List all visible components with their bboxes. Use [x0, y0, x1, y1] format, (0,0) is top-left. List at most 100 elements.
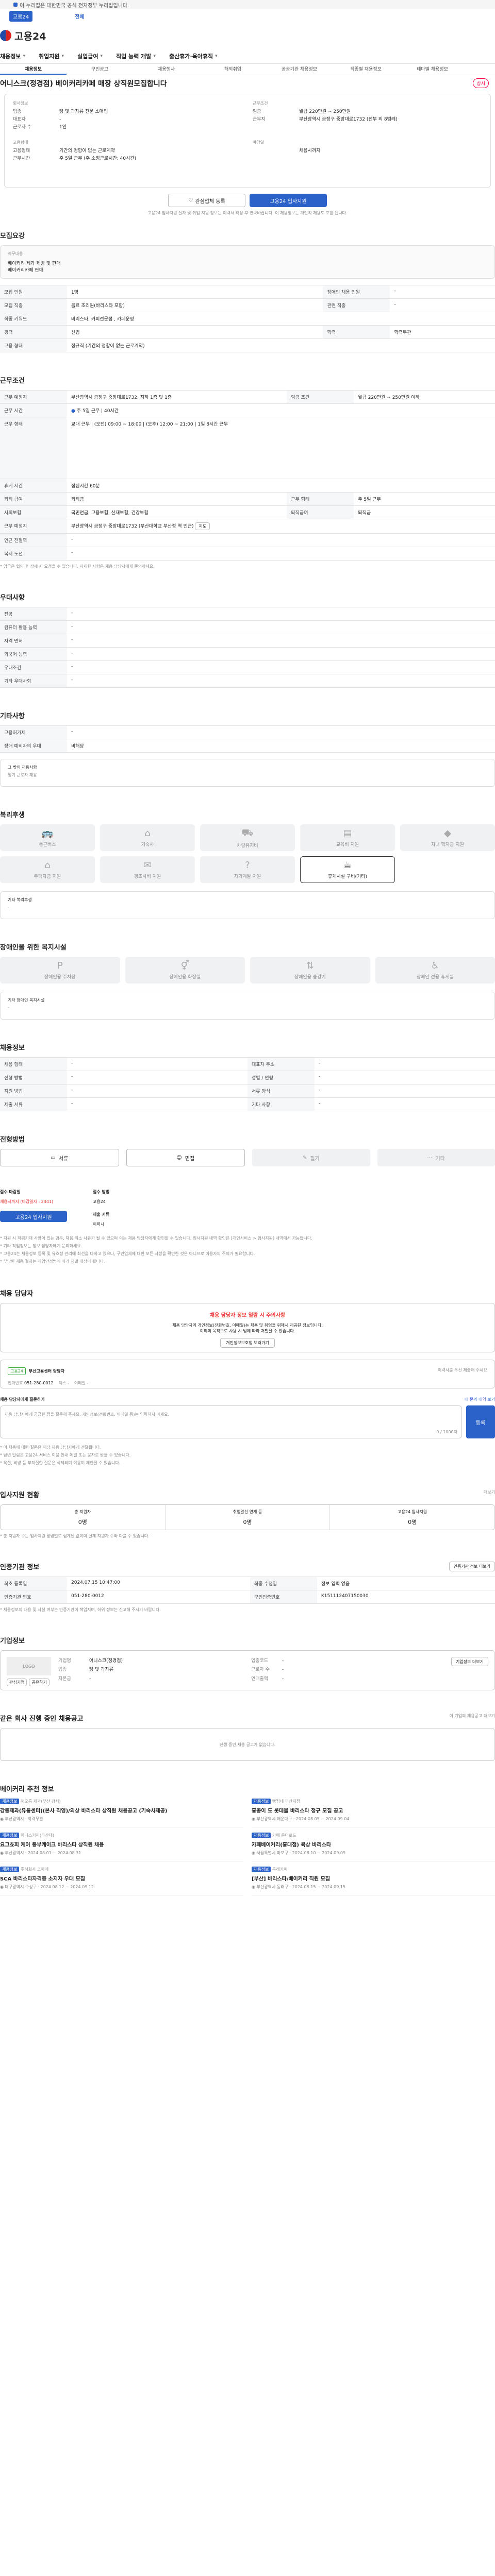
- question-submit-button[interactable]: 등록: [466, 1405, 495, 1438]
- apply-button-2[interactable]: 고용24 입사지원: [0, 1211, 67, 1222]
- welfare-item: ? 자기계발 지원: [200, 856, 295, 883]
- logo-icon: [0, 30, 11, 41]
- job-desc-box: 직무내용 베이커리 제과 제빵 및 판매 베이커리카페 판매: [0, 245, 495, 279]
- reg-title: 인증기관 정보: [0, 1564, 40, 1571]
- corp-card: LOGO 관심기업 공유하기 기업명 어니스크(정경점) 업종코드 - 업종 빵 및 과…: [0, 1650, 495, 1690]
- gnb-item[interactable]: 실업급여 ▾: [77, 52, 103, 60]
- tab-item[interactable]: 채용행사: [133, 64, 200, 75]
- deadline-label: 마감일: [253, 140, 265, 145]
- map-button[interactable]: 지도: [195, 522, 210, 530]
- restroom-icon: ⚥: [180, 960, 189, 971]
- reg-table: 최초 등록일 2024.07.15 10:47:00 최종 수정일 정보 입력 없음 …: [0, 1577, 495, 1604]
- similar-more-link[interactable]: 이 기업의 채용공고 더보기: [449, 1713, 495, 1728]
- table-row: 전형 방법 - 성별 / 연령 -: [0, 1071, 495, 1084]
- wheelchair-icon: ♿: [431, 960, 439, 971]
- gnb-item[interactable]: 출산휴가·육아휴직 ▾: [169, 52, 218, 60]
- disabled-section: 장애인을 위한 복지시설 P 장애인용 주차장 ⚥ 장애인용 화장실 ⇅ 장애인용 승…: [0, 942, 495, 1020]
- apply-method-value: 고용24: [93, 1199, 106, 1204]
- my-questions-link[interactable]: 내 문의 내역 보기: [465, 1397, 495, 1402]
- tab-item[interactable]: 구인공고: [67, 64, 133, 75]
- company-title: 채용정보: [0, 1044, 25, 1052]
- disabled-title: 장애인을 위한 복지시설: [0, 944, 67, 952]
- table-row: 고용허가제 -: [0, 725, 495, 739]
- welfare-item: ⌂ 주택자금 지원: [0, 856, 95, 883]
- chevron-down-icon: ▾: [100, 53, 103, 59]
- table-row: 지원 방법 - 서류 양식 -: [0, 1084, 495, 1098]
- logo-text[interactable]: 고용24: [14, 29, 46, 43]
- document-icon: ▭: [51, 1155, 56, 1161]
- welfare-item: ◆ 자녀 학자금 지원: [400, 824, 495, 851]
- table-row: 근무 형태 교대 근무 | (오전) 09:00 ~ 18:00 | (오후) 1…: [0, 417, 495, 479]
- heart-icon: ♡: [188, 197, 193, 204]
- process-step: ⋯ 기타: [377, 1149, 495, 1166]
- apply-docs-label: 제출 서류: [93, 1212, 110, 1217]
- work-table: 근무 예정지 부산광역시 금정구 중앙대로1732, 지하 1층 및 1층 임금 조…: [0, 390, 495, 561]
- corp-more-button[interactable]: 기업정보 더보기: [451, 1657, 488, 1666]
- gnb-item[interactable]: 취업지원 ▾: [39, 52, 64, 60]
- char-count: 0 / 1000자: [436, 1430, 457, 1434]
- privacy-law-button[interactable]: 개인정보보호법 보러가기: [220, 1338, 275, 1348]
- contact-side-note: 이력서를 우선 제출해 주세요: [438, 1368, 487, 1372]
- reg-more-button[interactable]: 인증기관 정보 더보기: [449, 1562, 495, 1571]
- applicants-more-link[interactable]: 더보기: [484, 1489, 495, 1504]
- process-step: ✎ 필기: [252, 1149, 370, 1166]
- tab-item[interactable]: 공공기관 채용정보: [266, 64, 333, 75]
- disabled-item: ⚥ 장애인용 화장실: [125, 957, 245, 984]
- question-header: 채용 담당자에게 질문하기 내 문의 내역 보기: [0, 1397, 495, 1402]
- welfare-item: ✉ 경조사비 지원: [100, 856, 195, 883]
- table-row: 근무 예정지 부산광역시 금정구 중앙대로1732, 지하 1층 및 1층 임금 조…: [0, 390, 495, 404]
- job-title: 어니스크(정경점) 베이커리카페 매장 상직원모집합니다: [0, 80, 167, 88]
- question-form: 채용 담당자에게 궁금한 점을 질문해 주세요. 개인정보(전화번호, 이메일 …: [0, 1405, 495, 1438]
- gnb-item[interactable]: 직업 능력 개발 ▾: [116, 52, 156, 60]
- job-notice: 고용24 입사지원 절차 및 취업 지원 정보는 이력서 작성 후 연락바랍니다…: [147, 211, 348, 215]
- chevron-down-icon: ▾: [153, 53, 156, 59]
- question-notes: * 이 채용에 대한 질문은 해당 채용 담당자에게 전달됩니다. * 답변 알…: [0, 1445, 131, 1465]
- recommend-item[interactable]: 채용정보 카페 온더로드 카페베이커리(홍대점) 육상 바리스타 ◉ 서울특별시…: [252, 1833, 495, 1861]
- similar-section: 같은 회사 진행 중인 채용공고 이 기업의 채용공고 더보기 진행 중인 채용…: [0, 1713, 495, 1761]
- tab-item[interactable]: 해외취업: [200, 64, 266, 75]
- corp-tag[interactable]: 관심기업: [7, 1679, 27, 1686]
- table-row: 사회보험 국민연금, 고용보험, 산재보험, 건강보험 퇴직급여 퇴직금: [0, 505, 495, 519]
- house-icon: ⌂: [144, 828, 151, 839]
- table-row: 컴퓨터 활용 능력 -: [0, 620, 495, 634]
- idea-icon: ?: [245, 860, 250, 871]
- contact-notice: 채용 담당자 정보 열람 시 주의사항 채용 담당자의 개인정보(전화번호, 이…: [0, 1303, 495, 1352]
- corp-title: 기업정보: [0, 1637, 25, 1645]
- tab-item[interactable]: 테마별 채용정보: [399, 64, 466, 75]
- table-row: 모집 직종 음료 조리원(바리스타 포함) 관련 직종 -: [0, 298, 495, 312]
- company-rows: 업종 빵 및 과자류 전문 소매업 대표자 - 근로자 수 1인: [13, 109, 108, 130]
- table-row: 인근 전철역 -: [0, 533, 495, 547]
- apply-label: 근무조건: [253, 101, 268, 106]
- all-menu-link[interactable]: 전체: [75, 12, 84, 20]
- recommend-section: 베이커리 추천 정보 채용정보 해오름 제과(부산 강서) 강동제과(유통센터)…: [0, 1784, 495, 1895]
- corp-tag[interactable]: 공유하기: [29, 1679, 50, 1686]
- corp-info: 기업명 어니스크(정경점) 업종코드 - 업종 빵 및 과자류 근로자 수- 자본금 - 연매…: [58, 1658, 284, 1682]
- applicants-title: 입사지원 현황: [0, 1492, 40, 1499]
- elevator-icon: ⇅: [306, 960, 314, 971]
- table-row: 장애 예비자의 우대 비해당: [0, 739, 495, 753]
- header: 고용24: [0, 23, 495, 48]
- recommend-item[interactable]: 채용정보 해오름 제과(부산 강서) 강동제과(유통센터)(본사 직영)/외상 …: [0, 1799, 243, 1827]
- question-textarea[interactable]: 채용 담당자에게 궁금한 점을 질문해 주세요. 개인정보(전화번호, 이메일 …: [0, 1405, 462, 1438]
- table-row: 채용 형태 - 대표자 주소 -: [0, 1057, 495, 1071]
- site-bar: 고용24 전체: [0, 9, 495, 23]
- table-row: 휴게 시간 점심시간 60분: [0, 479, 495, 493]
- welfare-item: ⌂ 기숙사: [100, 824, 195, 851]
- recommend-item[interactable]: 채용정보 이니스커피(부산대) 요그쵸피 케어 동부케이크 바리스타 상직원 채…: [0, 1833, 243, 1861]
- etc-table: 고용허가제 - 장애 예비자의 우대 비해당: [0, 725, 495, 753]
- welfare-title: 복리후생: [0, 811, 25, 819]
- interest-button[interactable]: ♡ 관심업체 등록: [168, 194, 245, 207]
- similar-empty: 진행 중인 채용 공고가 없습니다.: [0, 1728, 495, 1761]
- gnb-item[interactable]: 채용정보 ▾: [0, 52, 25, 60]
- apply-deadline-value: 채용시까지 (마감일자 : 2441): [0, 1199, 54, 1204]
- tab-item[interactable]: 직종별 채용정보: [333, 64, 399, 75]
- site-pill[interactable]: 고용24: [9, 10, 33, 22]
- tab-item[interactable]: 채용정보: [0, 64, 67, 75]
- company-section: 채용정보 채용 형태 - 대표자 주소 - 전형 방법 - 성별 / 연령 - 지원 방법 -…: [0, 1042, 495, 1111]
- apply-button[interactable]: 고용24 입사지원: [250, 194, 327, 207]
- recommend-item[interactable]: 채용정보 두레커피 [부산] 바리스타/베이커리 직원 모집 ◉ 부산광역시 동…: [252, 1867, 495, 1895]
- recommend-item[interactable]: 채용정보 빵집네 부산지점 홍콩이 도 롯데몰 바리스타 정규 모집 공고 ◉ …: [252, 1799, 495, 1827]
- recommend-item[interactable]: 채용정보 주식회사 코파메 SCA 바리스타자격증 소지자 우대 모집 ◉ 대구…: [0, 1867, 243, 1895]
- work-note: * 임금은 협의 후 상세 시 요청을 수 있습니다. 자세한 사항은 채용 담…: [0, 564, 155, 569]
- disabled-item: ♿ 장애인 전용 휴게실: [375, 957, 495, 984]
